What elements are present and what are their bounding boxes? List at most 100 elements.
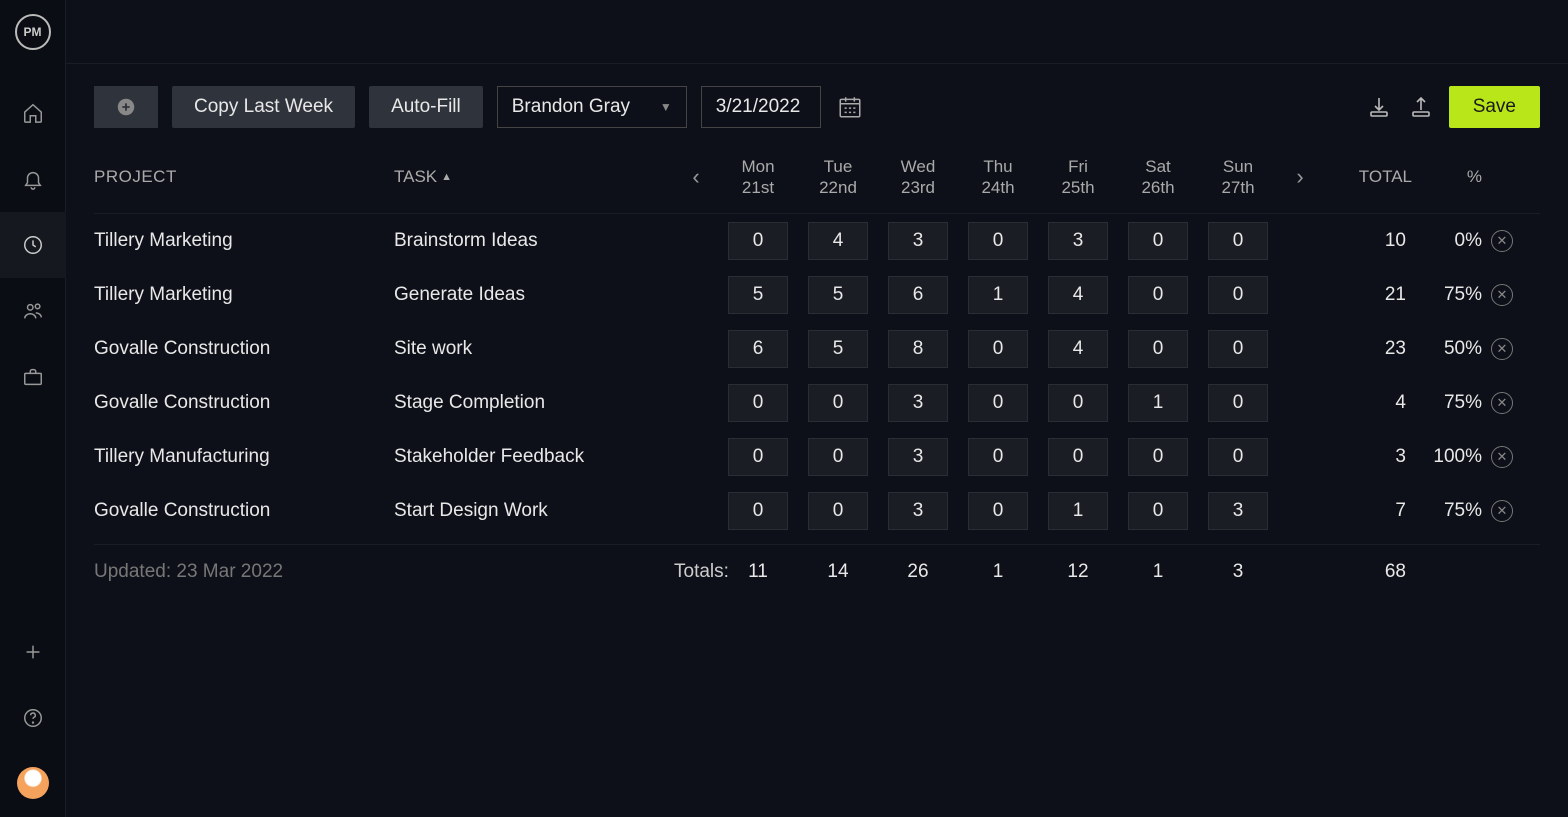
nav-add-icon[interactable] xyxy=(0,619,66,685)
hours-input[interactable]: 0 xyxy=(1128,276,1188,314)
sidebar: PM xyxy=(0,0,66,817)
hours-input[interactable]: 0 xyxy=(1208,276,1268,314)
task-cell: Generate Ideas xyxy=(394,284,674,306)
day-head-sun: Sun27th xyxy=(1198,156,1278,199)
hours-input[interactable]: 1 xyxy=(1048,492,1108,530)
project-cell: Tillery Marketing xyxy=(94,230,394,252)
task-header-label: TASK xyxy=(394,167,437,187)
hours-input[interactable]: 3 xyxy=(888,438,948,476)
hours-input[interactable]: 5 xyxy=(808,330,868,368)
nav-help-icon[interactable] xyxy=(0,685,66,751)
hours-input[interactable]: 0 xyxy=(728,438,788,476)
hours-input[interactable]: 4 xyxy=(1048,276,1108,314)
date-input[interactable]: 3/21/2022 xyxy=(701,86,821,128)
hours-input[interactable]: 0 xyxy=(1128,438,1188,476)
delete-row-button[interactable]: ✕ xyxy=(1491,338,1513,360)
upload-icon[interactable] xyxy=(1407,93,1435,121)
hours-input[interactable]: 3 xyxy=(1048,222,1108,260)
hours-input[interactable]: 0 xyxy=(1128,222,1188,260)
hours-input[interactable]: 3 xyxy=(888,222,948,260)
download-icon[interactable] xyxy=(1365,93,1393,121)
total-thu: 1 xyxy=(958,561,1038,583)
hours-input[interactable]: 3 xyxy=(1208,492,1268,530)
delete-row-button[interactable]: ✕ xyxy=(1491,446,1513,468)
hours-input[interactable]: 4 xyxy=(1048,330,1108,368)
timesheet-row: Govalle ConstructionStage Completion0030… xyxy=(94,376,1540,430)
logo: PM xyxy=(15,14,51,50)
hours-input[interactable]: 0 xyxy=(968,438,1028,476)
row-percent: 50% xyxy=(1412,338,1482,360)
hours-input[interactable]: 0 xyxy=(1128,330,1188,368)
project-header[interactable]: PROJECT xyxy=(94,167,394,187)
delete-row-button[interactable]: ✕ xyxy=(1491,500,1513,522)
copy-last-week-button[interactable]: Copy Last Week xyxy=(172,86,355,128)
hours-input[interactable]: 1 xyxy=(968,276,1028,314)
hours-input[interactable]: 6 xyxy=(728,330,788,368)
delete-row-button[interactable]: ✕ xyxy=(1491,392,1513,414)
hours-input[interactable]: 4 xyxy=(808,222,868,260)
hours-input[interactable]: 3 xyxy=(888,384,948,422)
nav-time-icon[interactable] xyxy=(0,212,66,278)
hours-input[interactable]: 0 xyxy=(1048,438,1108,476)
hours-input[interactable]: 1 xyxy=(1128,384,1188,422)
hours-input[interactable]: 0 xyxy=(1208,222,1268,260)
next-week-button[interactable]: › xyxy=(1278,164,1322,190)
hours-input[interactable]: 0 xyxy=(808,492,868,530)
row-percent: 75% xyxy=(1412,284,1482,306)
hours-input[interactable]: 3 xyxy=(888,492,948,530)
updated-label: Updated: 23 Mar 2022 xyxy=(94,561,394,583)
hours-input[interactable]: 8 xyxy=(888,330,948,368)
project-cell: Govalle Construction xyxy=(94,500,394,522)
hours-input[interactable]: 0 xyxy=(1128,492,1188,530)
nav-briefcase-icon[interactable] xyxy=(0,344,66,410)
hours-input[interactable]: 0 xyxy=(728,384,788,422)
delete-row-button[interactable]: ✕ xyxy=(1491,230,1513,252)
hours-input[interactable]: 0 xyxy=(728,492,788,530)
nav-people-icon[interactable] xyxy=(0,278,66,344)
hours-input[interactable]: 5 xyxy=(808,276,868,314)
hours-input[interactable]: 0 xyxy=(728,222,788,260)
task-cell: Stakeholder Feedback xyxy=(394,446,674,468)
header-row: PROJECT TASK ▲ ‹ Mon21st Tue22nd Wed23rd… xyxy=(94,146,1540,214)
delete-row-button[interactable]: ✕ xyxy=(1491,284,1513,306)
hours-input[interactable]: 0 xyxy=(968,384,1028,422)
hours-input[interactable]: 0 xyxy=(1208,438,1268,476)
timesheet-row: Tillery ManufacturingStakeholder Feedbac… xyxy=(94,430,1540,484)
day-head-sat: Sat26th xyxy=(1118,156,1198,199)
add-row-button[interactable] xyxy=(94,86,158,128)
total-wed: 26 xyxy=(878,561,958,583)
day-head-mon: Mon21st xyxy=(718,156,798,199)
prev-week-button[interactable]: ‹ xyxy=(674,164,718,190)
user-select[interactable]: Brandon Gray ▼ xyxy=(497,86,687,128)
hours-input[interactable]: 0 xyxy=(808,384,868,422)
project-cell: Govalle Construction xyxy=(94,338,394,360)
hours-input[interactable]: 5 xyxy=(728,276,788,314)
task-header[interactable]: TASK ▲ xyxy=(394,167,674,187)
project-cell: Tillery Marketing xyxy=(94,284,394,306)
calendar-icon[interactable] xyxy=(835,92,865,122)
hours-input[interactable]: 6 xyxy=(888,276,948,314)
totals-label: Totals: xyxy=(674,561,718,583)
nav-bell-icon[interactable] xyxy=(0,146,66,212)
day-head-tue: Tue22nd xyxy=(798,156,878,199)
user-avatar[interactable] xyxy=(17,767,49,799)
hours-input[interactable]: 0 xyxy=(968,222,1028,260)
timesheet-row: Tillery MarketingGenerate Ideas556140021… xyxy=(94,268,1540,322)
row-total: 3 xyxy=(1322,446,1412,468)
auto-fill-button[interactable]: Auto-Fill xyxy=(369,86,483,128)
hours-input[interactable]: 0 xyxy=(1048,384,1108,422)
hours-input[interactable]: 0 xyxy=(968,492,1028,530)
day-head-fri: Fri25th xyxy=(1038,156,1118,199)
timesheet-row: Tillery MarketingBrainstorm Ideas0430300… xyxy=(94,214,1540,268)
total-header: TOTAL xyxy=(1322,167,1412,187)
total-sun: 3 xyxy=(1198,561,1278,583)
nav-home-icon[interactable] xyxy=(0,80,66,146)
task-cell: Site work xyxy=(394,338,674,360)
hours-input[interactable]: 0 xyxy=(968,330,1028,368)
save-button[interactable]: Save xyxy=(1449,86,1540,128)
hours-input[interactable]: 0 xyxy=(1208,330,1268,368)
hours-input[interactable]: 0 xyxy=(808,438,868,476)
sort-asc-icon: ▲ xyxy=(441,171,452,183)
task-cell: Stage Completion xyxy=(394,392,674,414)
hours-input[interactable]: 0 xyxy=(1208,384,1268,422)
